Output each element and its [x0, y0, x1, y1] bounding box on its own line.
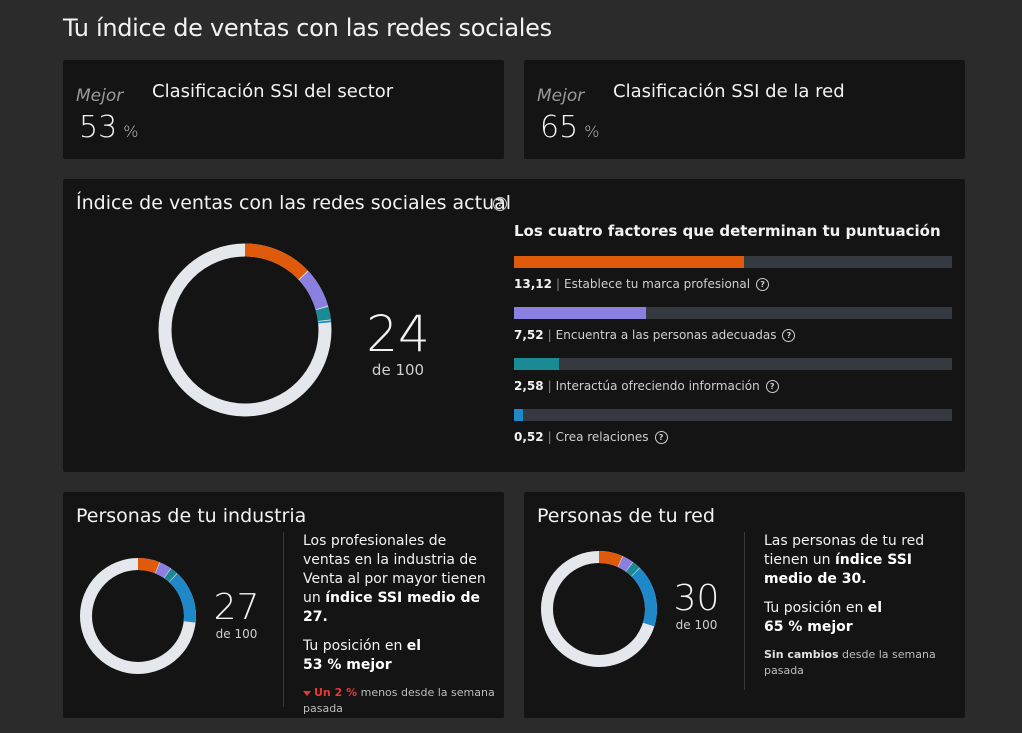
industry-score-value: 27	[213, 587, 260, 628]
factor-people-value: 7,52	[514, 328, 544, 342]
industry-donut-segment-engage	[164, 568, 177, 583]
factor-people-track	[514, 307, 952, 319]
industry-donut-segment-relations	[169, 573, 196, 623]
peers-avg-text: Las personas de tu red tienen un índice …	[764, 532, 956, 589]
peers-title: Personas de tu red	[537, 505, 715, 527]
peers-score: 30 de 100	[669, 578, 724, 633]
factor-engage-track	[514, 358, 952, 370]
factor-relations-caption: 0,52 | Crea relaciones?	[514, 430, 952, 444]
network-rank-best-label: Mejor	[537, 86, 585, 106]
separator: |	[547, 328, 552, 342]
factor-engage-label: Interactúa ofreciendo información	[555, 379, 760, 393]
peers-position-bold-2: 65 % mejor	[764, 619, 853, 635]
industry-donut-segment-people	[155, 562, 171, 579]
current-score-value: 24	[366, 305, 430, 363]
question-circle-icon[interactable]: ?	[782, 329, 796, 342]
industry-card: Personas de tu industria 27 de 100 Los p…	[63, 492, 504, 718]
question-circle-icon[interactable]: ?	[765, 380, 779, 393]
factors-heading: Los cuatro factores que determinan tu pu…	[514, 222, 941, 240]
industry-position-bold-1: el	[406, 638, 422, 654]
network-rank-value: 65	[540, 110, 579, 145]
separator: |	[547, 379, 552, 393]
separator: |	[547, 430, 552, 444]
current-ssi-card: Índice de ventas con las redes sociales …	[63, 179, 965, 472]
industry-title: Personas de tu industria	[76, 505, 307, 527]
factor-brand-fill	[514, 256, 744, 268]
peers-card: Personas de tu red 30 de 100 Las persona…	[524, 492, 965, 718]
current-ssi-title: Índice de ventas con las redes sociales …	[76, 192, 512, 214]
factor-relations-track	[514, 409, 952, 421]
peers-position-bold-1: el	[867, 600, 883, 616]
factor-brand-label: Establece tu marca profesional	[564, 277, 751, 291]
current-score: 24 de 100	[358, 309, 438, 379]
peers-change: Sin cambios desde la semana pasada	[764, 647, 956, 679]
factor-engage: 2,58 | Interactúa ofreciendo información?	[514, 358, 952, 393]
peers-donut	[541, 551, 657, 667]
sector-rank-card: Mejor 53% Clasificación SSI del sector	[63, 60, 504, 159]
triangle-down-icon	[303, 690, 311, 696]
industry-position-prefix: Tu posición en	[303, 638, 407, 654]
sector-rank-label: Clasificación SSI del sector	[152, 81, 394, 102]
peers-donut-segment-relations	[631, 567, 657, 627]
peers-donut-segment-engage	[625, 562, 640, 577]
industry-avg-text: Los profesionales de ventas en la indust…	[303, 532, 495, 627]
industry-change-value: Un 2 %	[314, 686, 358, 699]
industry-description: Los profesionales de ventas en la indust…	[303, 532, 495, 717]
factor-people-fill	[514, 307, 646, 319]
factor-relations-fill	[514, 409, 524, 421]
peers-donut-segment-people	[617, 556, 633, 572]
factor-relations-label: Crea relaciones	[555, 430, 649, 444]
network-rank-label: Clasificación SSI de la red	[613, 81, 845, 102]
factor-engage-fill	[514, 358, 560, 370]
divider	[283, 532, 284, 707]
peers-position-prefix: Tu posición en	[764, 600, 868, 616]
current-donut-segment-brand	[244, 243, 308, 280]
peers-score-of: de 100	[675, 618, 718, 632]
network-rank-unit: %	[584, 122, 600, 141]
industry-donut-segment-brand	[137, 558, 160, 574]
peers-change-value: Sin cambios	[764, 648, 839, 661]
factor-brand-value: 13,12	[514, 277, 552, 291]
network-rank-value-wrap: 65%	[540, 110, 599, 145]
industry-avg-bold: índice SSI medio de 27.	[303, 590, 480, 625]
page-title: Tu índice de ventas con las redes social…	[63, 14, 552, 42]
factor-brand-caption: 13,12 | Establece tu marca profesional?	[514, 277, 952, 291]
industry-score-of: de 100	[215, 627, 258, 641]
current-donut-segment-engage	[315, 306, 331, 322]
industry-change: Un 2 % menos desde la semana pasada	[303, 685, 495, 717]
factor-engage-caption: 2,58 | Interactúa ofreciendo información?	[514, 379, 952, 393]
industry-position-bold-2: 53 % mejor	[303, 657, 392, 673]
factor-people-label: Encuentra a las personas adecuadas	[555, 328, 777, 342]
industry-position-text: Tu posición en el 53 % mejor	[303, 637, 495, 675]
peers-donut-ring	[541, 551, 657, 667]
sector-rank-unit: %	[123, 122, 139, 141]
divider	[744, 532, 745, 690]
peers-description: Las personas de tu red tienen un índice …	[764, 532, 956, 679]
factor-people: 7,52 | Encuentra a las personas adecuadas?	[514, 307, 952, 342]
sector-rank-best-label: Mejor	[76, 86, 124, 106]
factor-brand: 13,12 | Establece tu marca profesional?	[514, 256, 952, 291]
factor-engage-value: 2,58	[514, 379, 544, 393]
peers-donut-segment-brand	[598, 551, 623, 568]
current-donut-segment-people	[298, 271, 329, 310]
sector-rank-value-wrap: 53%	[79, 110, 138, 145]
separator: |	[555, 277, 561, 291]
current-ssi-donut	[158, 243, 332, 417]
question-circle-icon[interactable]: ?	[493, 197, 507, 211]
peers-score-value: 30	[673, 578, 720, 619]
factor-brand-track	[514, 256, 952, 268]
question-circle-icon[interactable]: ?	[654, 431, 668, 444]
industry-donut	[80, 558, 196, 674]
sector-rank-value: 53	[79, 110, 118, 145]
current-score-of: de 100	[371, 361, 425, 379]
industry-score: 27 de 100	[209, 587, 264, 642]
question-circle-icon[interactable]: ?	[756, 278, 770, 291]
network-rank-card: Mejor 65% Clasificación SSI de la red	[524, 60, 965, 159]
factor-relations-value: 0,52	[514, 430, 544, 444]
factor-people-caption: 7,52 | Encuentra a las personas adecuadas?	[514, 328, 952, 342]
peers-position-text: Tu posición en el 65 % mejor	[764, 599, 956, 637]
factor-relations: 0,52 | Crea relaciones?	[514, 409, 952, 444]
